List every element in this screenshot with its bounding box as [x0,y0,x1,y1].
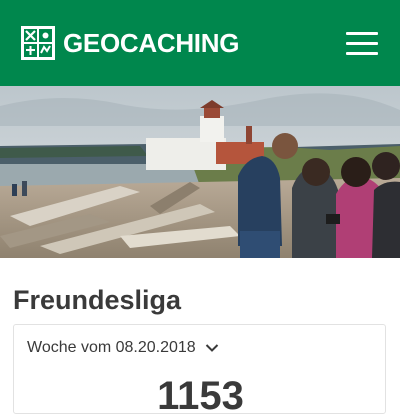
top-header: GEOCACHING [0,0,400,86]
brand-logo[interactable]: GEOCACHING [20,25,239,61]
hero-image [0,86,400,258]
week-label: Woche vom 08.20.2018 [27,339,196,356]
week-selector[interactable]: Woche vom 08.20.2018 [27,337,219,359]
leaderboard-card: Woche vom 08.20.2018 1153 [13,324,386,418]
hamburger-menu-icon [346,32,378,35]
geocaching-logo-icon [21,26,55,60]
chevron-down-icon [205,344,218,352]
find-count: 1153 [157,374,244,418]
section-title: Freundesliga [13,285,182,315]
menu-button[interactable] [342,28,382,58]
brand-name: GEOCACHING [63,28,240,58]
beach-lighthouse-photo [0,86,400,258]
